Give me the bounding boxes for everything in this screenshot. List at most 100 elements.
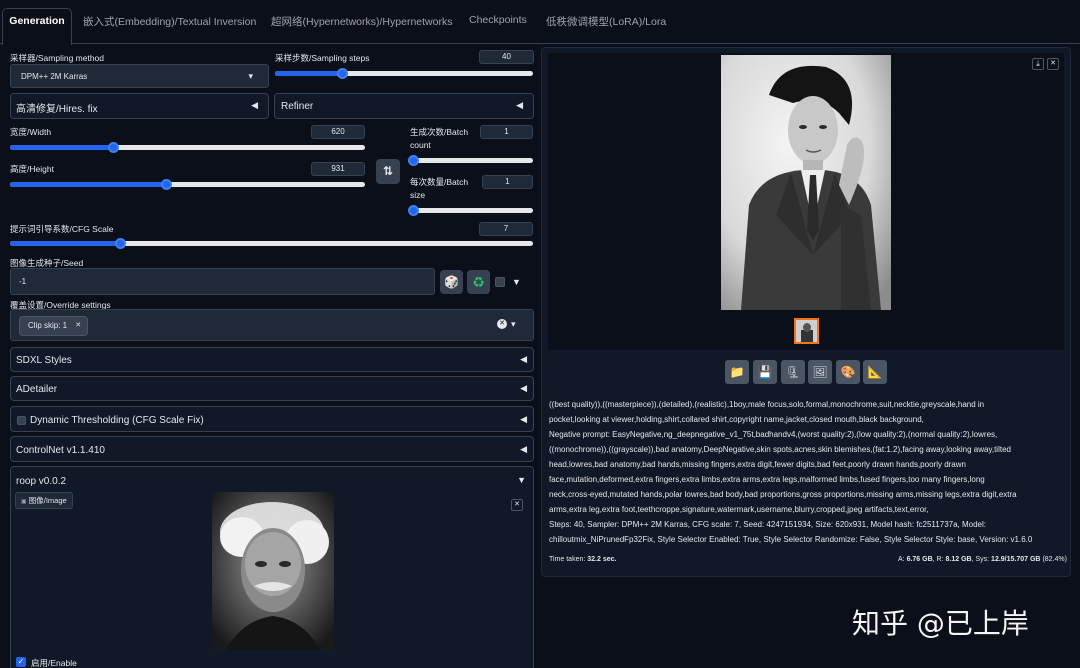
random-seed-button[interactable]: 🎲 <box>440 270 463 294</box>
batch-size-label-2: size <box>410 190 426 200</box>
tab-bar: Generation 嵌入式(Embedding)/Textual Invers… <box>0 0 1080 45</box>
tab-hypernetworks[interactable]: 超网络(Hypernetworks)/Hypernetworks <box>271 14 452 29</box>
info-line: Negative prompt: EasyNegative,ng_deepneg… <box>549 430 998 439</box>
cfg-input[interactable]: 7 <box>479 222 533 236</box>
send-to-img2img-button[interactable]: 🖼 <box>808 360 832 384</box>
height-slider-fill <box>10 182 167 187</box>
watermark: 知乎 @已上岸 <box>852 607 1029 640</box>
swap-icon: ⇅ <box>382 164 394 178</box>
info-line: face,mutation,deformed,extra fingers,ext… <box>549 475 985 484</box>
close-icon[interactable]: ✕ <box>511 499 523 511</box>
download-icon[interactable]: ⤓ <box>1032 58 1044 70</box>
width-slider-thumb[interactable] <box>107 142 119 153</box>
extra-seed-checkbox[interactable] <box>495 277 505 287</box>
height-input[interactable]: 931 <box>311 162 365 176</box>
width-slider-fill <box>10 145 113 150</box>
info-line: neck,cross-eyed,mutated hands,polar lowr… <box>549 490 1017 499</box>
adetailer-accordion[interactable]: ADetailer ◀ <box>10 376 534 401</box>
send-to-extras-button[interactable]: 📐 <box>863 360 887 384</box>
cfg-slider[interactable] <box>10 238 533 249</box>
mem-r-label: R: <box>936 556 944 563</box>
zip-button[interactable]: 🗜 <box>781 360 805 384</box>
batch-size-input[interactable]: 1 <box>482 175 533 189</box>
send-to-inpaint-button[interactable]: 🎨 <box>836 360 860 384</box>
image-icon: ▣ <box>21 499 27 505</box>
dynamic-thresholding-checkbox[interactable] <box>17 416 26 425</box>
image-icon: 🖼 <box>812 365 828 379</box>
triangle-left-icon: ◀ <box>520 383 527 393</box>
tab-checkpoints[interactable]: Checkpoints <box>469 14 527 26</box>
clear-icon[interactable]: ✕ <box>497 319 507 329</box>
seed-input[interactable]: -1 <box>10 268 435 295</box>
roop-label[interactable]: roop v0.0.2 <box>16 476 66 487</box>
mem-a: 6.76 GB <box>906 556 933 563</box>
info-line: pocket,looking at viewer,holding,shirt,c… <box>549 415 924 424</box>
refiner-label: Refiner <box>281 101 314 112</box>
generation-info: ((best quality)),((masterpiece)),(detail… <box>549 397 1059 547</box>
image-upload-tab: ▣ 图像/Image <box>15 492 73 509</box>
height-label: 高度/Height <box>10 164 54 174</box>
chevron-down-icon[interactable]: ▾ <box>511 319 516 330</box>
width-input[interactable]: 620 <box>311 125 365 139</box>
triangle-left-icon: ◀ <box>251 100 258 110</box>
roop-accordion: roop v0.0.2 ▼ ▣ 图像/Image ✕ ✓ 启用/Enable <box>10 466 534 668</box>
steps-input[interactable]: 40 <box>479 50 534 64</box>
batch-count-slider-thumb[interactable] <box>408 155 419 166</box>
batch-count-label-1: 生成次数/Batch <box>410 127 469 137</box>
output-image[interactable] <box>721 55 891 310</box>
reuse-seed-button[interactable]: ♻ <box>467 270 490 294</box>
dice-icon: 🎲 <box>444 275 459 289</box>
tab-generation[interactable]: Generation <box>2 8 72 45</box>
steps-slider-fill <box>275 71 343 76</box>
sampler-value: DPM++ 2M Karras <box>21 72 88 81</box>
batch-count-slider[interactable] <box>408 155 533 166</box>
hires-fix-accordion[interactable]: 高清修复/Hires. fix ◀ <box>10 93 269 119</box>
refiner-accordion[interactable]: Refiner ◀ <box>274 93 534 119</box>
info-line: arms,extra leg,extra foot,teethcroppe,si… <box>549 505 929 514</box>
seed-value: -1 <box>19 277 27 286</box>
close-icon[interactable]: ✕ <box>75 317 81 335</box>
cfg-slider-thumb[interactable] <box>114 238 126 249</box>
tab-lora[interactable]: 低秩微调模型(LoRA)/Lora <box>546 14 666 29</box>
batch-size-label-1: 每次数量/Batch <box>410 177 469 187</box>
thumbnail[interactable] <box>794 318 819 344</box>
palette-icon: 🎨 <box>840 365 856 379</box>
batch-count-input[interactable]: 1 <box>480 125 533 139</box>
sampler-dropdown[interactable]: DPM++ 2M Karras ▾ <box>10 64 269 88</box>
close-icon[interactable]: ✕ <box>1047 58 1059 70</box>
triangle-down-icon[interactable]: ▼ <box>512 277 521 287</box>
sdxl-styles-accordion[interactable]: SDXL Styles ◀ <box>10 347 534 372</box>
save-button[interactable]: 💾 <box>753 360 777 384</box>
triangle-left-icon: ◀ <box>520 444 527 454</box>
mem-sys: 12.9/15.707 GB <box>991 556 1041 563</box>
adetailer-label: ADetailer <box>16 384 58 395</box>
steps-slider-thumb[interactable] <box>337 68 349 79</box>
swap-dimensions-button[interactable]: ⇅ <box>376 159 400 184</box>
time-label: Time taken: <box>549 556 586 563</box>
info-line: head,lowres,bad anatomy,bad hands,missin… <box>549 460 966 469</box>
height-slider[interactable] <box>10 179 365 190</box>
open-folder-button[interactable]: 📁 <box>725 360 749 384</box>
height-slider-thumb[interactable] <box>161 179 173 190</box>
enable-checkbox[interactable]: ✓ <box>16 657 26 667</box>
tab-embedding[interactable]: 嵌入式(Embedding)/Textual Inversion <box>83 14 256 29</box>
recycle-icon: ♻ <box>472 274 485 290</box>
batch-size-slider-thumb[interactable] <box>408 205 419 216</box>
folder-icon: 📁 <box>729 365 745 379</box>
cfg-slider-fill <box>10 241 120 246</box>
controlnet-accordion[interactable]: ControlNet v1.1.410 ◀ <box>10 436 534 462</box>
source-face-image[interactable] <box>212 492 334 650</box>
batch-size-slider[interactable] <box>408 205 533 216</box>
triangle-down-icon[interactable]: ▼ <box>517 475 526 485</box>
thumbnail-figure <box>801 330 813 342</box>
triangle-left-icon: ◀ <box>520 354 527 364</box>
sampler-label: 采样器/Sampling method <box>10 53 105 63</box>
width-slider[interactable] <box>10 142 365 153</box>
dynamic-thresholding-accordion[interactable]: Dynamic Thresholding (CFG Scale Fix) ◀ <box>10 406 534 432</box>
mem-a-label: A: <box>898 556 905 563</box>
override-settings-dropdown[interactable]: Clip skip: 1 ✕ ✕ ▾ <box>10 309 534 341</box>
override-chip[interactable]: Clip skip: 1 ✕ <box>19 316 89 336</box>
mem-r: 8.12 GB <box>945 556 972 563</box>
steps-slider[interactable] <box>275 68 533 79</box>
width-label: 宽度/Width <box>10 127 52 137</box>
